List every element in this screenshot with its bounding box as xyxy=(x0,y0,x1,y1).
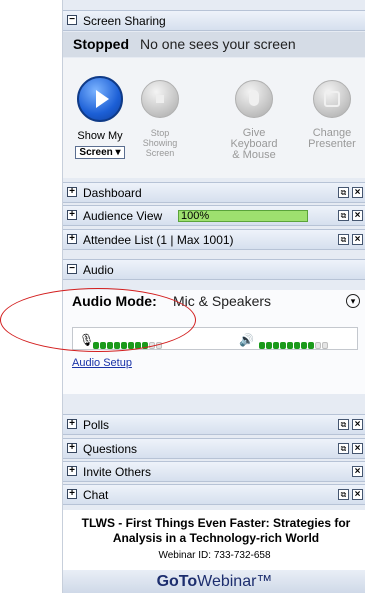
level-dot xyxy=(156,342,162,349)
change-presenter-button[interactable]: Change Presenter xyxy=(297,58,365,150)
close-icon[interactable]: × xyxy=(352,419,363,430)
speaker-level-dots xyxy=(259,336,329,354)
speaker-icon: 🔊 xyxy=(239,333,254,347)
polls-title: Polls xyxy=(83,418,110,432)
audience-view-title: Audience View xyxy=(83,209,163,223)
level-dot xyxy=(100,342,106,349)
popout-icon[interactable]: ⧉ xyxy=(338,489,349,500)
audience-view-bar: 100% xyxy=(178,210,308,222)
expand-icon[interactable]: + xyxy=(67,443,77,453)
level-dot xyxy=(315,342,321,349)
questions-title: Questions xyxy=(83,442,138,456)
collapse-icon[interactable]: − xyxy=(67,264,77,274)
expand-icon[interactable]: + xyxy=(67,466,77,476)
logo-rest: Webinar™ xyxy=(197,573,273,590)
expand-icon[interactable]: + xyxy=(67,419,77,429)
polls-header[interactable]: + Polls ⧉ × xyxy=(63,414,365,435)
popout-icon[interactable]: ⧉ xyxy=(338,419,349,430)
audio-title: Audio xyxy=(83,263,114,277)
level-dot xyxy=(121,342,127,349)
level-dot xyxy=(135,342,141,349)
screen-sharing-header[interactable]: − Screen Sharing xyxy=(63,10,365,31)
chat-title: Chat xyxy=(83,488,109,502)
level-dot xyxy=(149,342,155,349)
audio-setup-link[interactable]: Audio Setup xyxy=(72,357,132,369)
popout-icon[interactable]: ⧉ xyxy=(338,443,349,454)
questions-header[interactable]: + Questions ⧉ × xyxy=(63,438,365,459)
close-icon[interactable]: × xyxy=(352,234,363,245)
audience-view-percent: 100% xyxy=(181,210,210,222)
audio-panel: Audio Mode: Mic & Speakers ▾ 🎙 🔊 Audio S… xyxy=(63,290,365,394)
close-icon[interactable]: × xyxy=(352,443,363,454)
chat-header[interactable]: + Chat ⧉ × xyxy=(63,484,365,505)
change-presenter-label: Change Presenter xyxy=(308,127,356,150)
presenter-icon xyxy=(313,80,351,118)
expand-icon[interactable]: + xyxy=(67,234,77,244)
chevron-down-icon[interactable]: ▾ xyxy=(346,294,360,308)
stop-showing-screen-button[interactable]: Stop Showing Screen xyxy=(125,58,195,158)
mouse-icon xyxy=(235,80,273,118)
audio-mode-value[interactable]: Mic & Speakers xyxy=(173,293,271,309)
screen-sharing-title: Screen Sharing xyxy=(83,14,166,28)
popout-icon[interactable]: ⧉ xyxy=(338,187,349,198)
stop-icon xyxy=(141,80,179,118)
level-dot xyxy=(280,342,286,349)
attendee-list-title: Attendee List (1 | Max 1001) xyxy=(83,233,234,247)
level-dot xyxy=(301,342,307,349)
screen-sharing-tools: Show My Screen ▾ Stop Showing Screen Giv… xyxy=(63,58,365,178)
audio-level-meters: 🎙 🔊 xyxy=(72,327,358,350)
level-dot xyxy=(107,342,113,349)
invite-others-title: Invite Others xyxy=(83,465,152,479)
level-dot xyxy=(308,342,314,349)
dashboard-header[interactable]: + Dashboard ⧉ × xyxy=(63,182,365,203)
screen-dropdown[interactable]: Screen ▾ xyxy=(75,146,125,159)
level-dot xyxy=(259,342,265,349)
microphone-icon: 🎙 xyxy=(79,333,95,347)
audience-view-header[interactable]: + Audience View 100% ⧉ × xyxy=(63,205,365,226)
level-dot xyxy=(294,342,300,349)
logo-bold: GoTo xyxy=(156,573,198,590)
give-keyboard-label: Give Keyboard & Mouse xyxy=(230,127,278,161)
gotowebinar-logo: GoToWebinar™ xyxy=(63,570,365,593)
webinar-title: TLWS - First Things Even Faster: Strateg… xyxy=(81,516,351,545)
close-icon[interactable]: × xyxy=(352,466,363,477)
webinar-id: Webinar ID: 733-732-658 xyxy=(158,550,271,561)
close-icon[interactable]: × xyxy=(352,210,363,221)
expand-icon[interactable]: + xyxy=(67,187,77,197)
level-dot xyxy=(93,342,99,349)
audio-mode-label: Audio Mode: xyxy=(72,293,157,309)
invite-others-header[interactable]: + Invite Others × xyxy=(63,461,365,482)
give-keyboard-mouse-button[interactable]: Give Keyboard & Mouse xyxy=(219,58,289,161)
close-icon[interactable]: × xyxy=(352,187,363,198)
level-dot xyxy=(142,342,148,349)
collapse-icon[interactable]: − xyxy=(67,15,77,25)
popout-icon[interactable]: ⧉ xyxy=(338,234,349,245)
play-icon[interactable] xyxy=(77,76,123,122)
stop-showing-label: Stop Showing Screen xyxy=(142,128,178,158)
audio-header[interactable]: − Audio xyxy=(63,259,365,280)
screen-sharing-status: Stopped No one sees your screen xyxy=(63,32,365,57)
mic-level-dots xyxy=(93,336,163,354)
level-dot xyxy=(287,342,293,349)
level-dot xyxy=(273,342,279,349)
popout-icon[interactable]: ⧉ xyxy=(338,210,349,221)
close-icon[interactable]: × xyxy=(352,489,363,500)
status-message: No one sees your screen xyxy=(140,36,296,52)
level-dot xyxy=(322,342,328,349)
webinar-control-panel: − Screen Sharing Stopped No one sees you… xyxy=(62,0,365,593)
level-dot xyxy=(128,342,134,349)
level-dot xyxy=(114,342,120,349)
status-label: Stopped xyxy=(73,36,129,52)
webinar-info: TLWS - First Things Even Faster: Strateg… xyxy=(63,510,365,593)
screen-dropdown-label: Screen xyxy=(79,147,113,158)
level-dot xyxy=(266,342,272,349)
expand-icon[interactable]: + xyxy=(67,210,77,220)
expand-icon[interactable]: + xyxy=(67,489,77,499)
attendee-list-header[interactable]: + Attendee List (1 | Max 1001) ⧉ × xyxy=(63,229,365,250)
dashboard-title: Dashboard xyxy=(83,186,142,200)
